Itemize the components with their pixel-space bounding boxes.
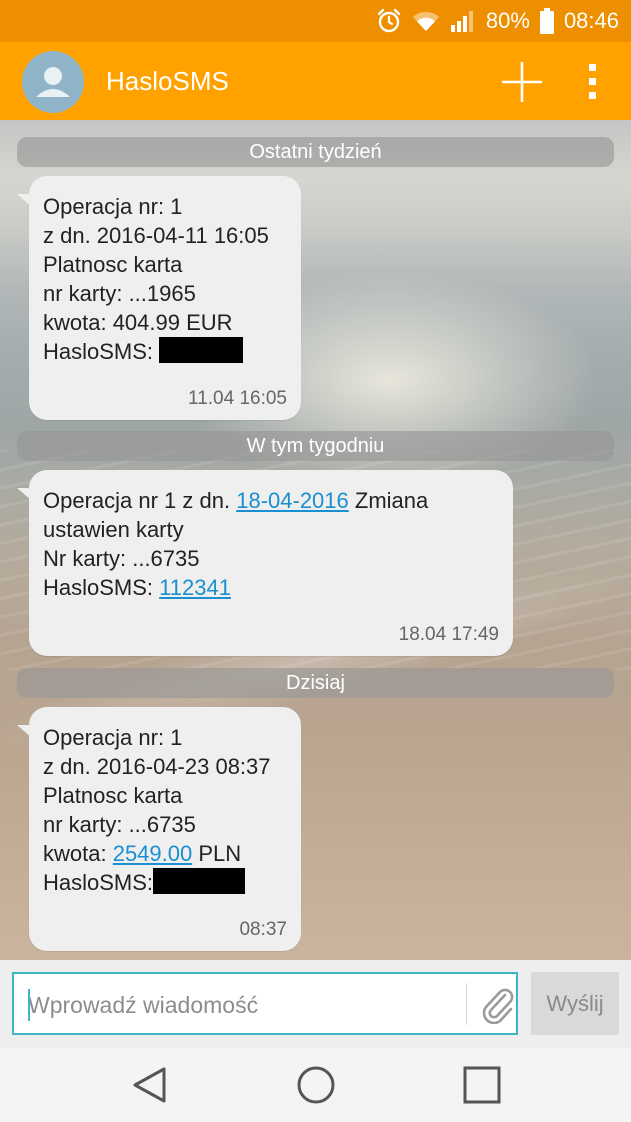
back-icon[interactable] [130, 1065, 170, 1105]
message-line-text: kwota: [43, 841, 113, 866]
message-bubble[interactable]: Operacja nr 1 z dn. 18-04-2016 Zmiana us… [17, 470, 513, 656]
message-bubble[interactable]: Operacja nr: 1 z dn. 2016-04-23 08:37 Pl… [17, 707, 301, 951]
alarm-icon [376, 8, 402, 34]
code-link[interactable]: 112341 [159, 575, 231, 600]
contact-avatar-icon[interactable] [22, 51, 84, 113]
recents-icon[interactable] [462, 1065, 502, 1105]
message-line: z dn. 2016-04-23 08:37 [43, 754, 271, 779]
message-input[interactable] [28, 990, 448, 1020]
home-icon[interactable] [296, 1065, 336, 1105]
battery-percent: 80% [485, 8, 530, 33]
message-line: kwota: 2549.00 PLN [43, 839, 287, 868]
redacted-code [153, 868, 246, 894]
message-line-text: Zmiana [348, 488, 429, 513]
battery-icon [539, 8, 554, 34]
date-separator: W tym tygodniu [17, 431, 614, 461]
message-time: 18.04 17:49 [398, 624, 499, 645]
message-line: Platnosc karta [43, 252, 183, 277]
message-line: kwota: 404.99 EUR [43, 310, 233, 335]
redacted-code [159, 337, 244, 363]
message-line: Platnosc karta [43, 783, 183, 808]
message-line: Nr karty: ...6735 [43, 546, 200, 571]
message-line: ustawien karty [43, 517, 184, 542]
amount-link[interactable]: 2549.00 [113, 841, 193, 866]
status-bar: 80% 08:46 [0, 0, 631, 42]
attachment-icon[interactable] [480, 986, 516, 1025]
message-line: nr karty: ...6735 [43, 812, 196, 837]
message-composer: Wyślij [0, 960, 631, 1048]
message-line: Operacja nr: 1 [43, 194, 183, 219]
message-line-text: HasloSMS: [43, 339, 160, 364]
wifi-icon [412, 9, 440, 33]
message-line: HasloSMS: [43, 868, 287, 897]
divider [466, 983, 467, 1025]
date-separator: Dzisiaj [17, 668, 614, 698]
add-icon[interactable] [500, 60, 544, 104]
send-button[interactable]: Wyślij [531, 972, 619, 1035]
message-line: z dn. 2016-04-11 16:05 [43, 223, 269, 248]
message-line-text: PLN [192, 841, 242, 866]
message-input-box[interactable] [12, 972, 518, 1035]
message-line: HasloSMS: [43, 337, 287, 366]
message-line: Operacja nr 1 z dn. 18-04-2016 Zmiana [43, 486, 499, 515]
navigation-bar [0, 1048, 631, 1122]
message-line: HasloSMS: 112341 [43, 573, 499, 602]
overflow-menu-icon[interactable] [578, 60, 608, 104]
text-caret [28, 989, 30, 1021]
message-bubble[interactable]: Operacja nr: 1 z dn. 2016-04-11 16:05 Pl… [17, 176, 301, 420]
date-separator: Ostatni tydzień [17, 137, 614, 167]
signal-icon [450, 9, 476, 33]
message-line-text: HasloSMS: [43, 575, 160, 600]
status-time: 08:46 [563, 8, 619, 33]
message-line: nr karty: ...1965 [43, 281, 196, 306]
app-bar: HasloSMS [0, 42, 631, 120]
message-time: 11.04 16:05 [188, 388, 287, 409]
message-line-text: HasloSMS: [43, 870, 154, 895]
message-time: 08:37 [239, 919, 287, 940]
conversation-title: HasloSMS [106, 66, 229, 96]
message-line: Operacja nr: 1 [43, 725, 183, 750]
message-line-text: Operacja nr 1 z dn. [43, 488, 237, 513]
conversation-area[interactable]: Ostatni tydzień Operacja nr: 1 z dn. 201… [0, 120, 631, 960]
date-link[interactable]: 18-04-2016 [236, 488, 349, 513]
